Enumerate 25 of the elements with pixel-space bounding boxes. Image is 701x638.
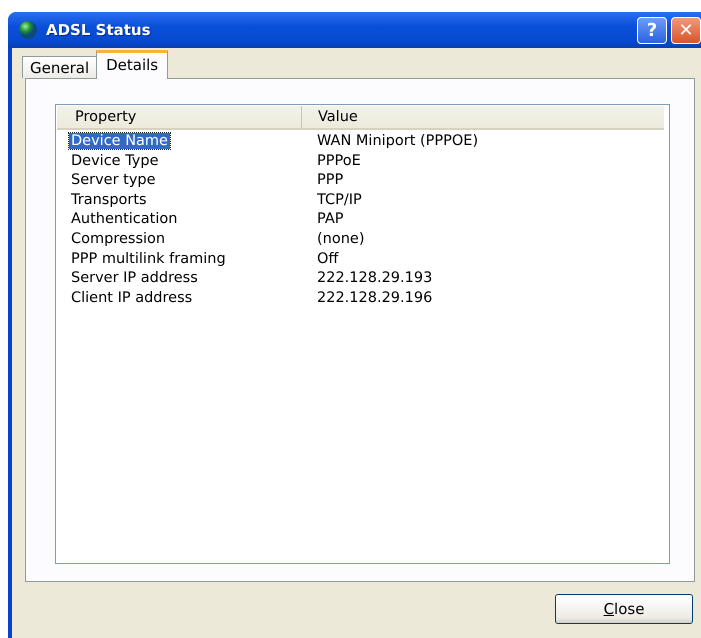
table-cell: TCP/IP (317, 192, 362, 208)
table-cell: Off (317, 250, 338, 267)
column-header[interactable]: Value (301, 106, 664, 128)
table-cell[interactable]: Device Name (69, 133, 170, 149)
table-cell: (none) (317, 230, 364, 247)
table-cell: 222.128.29.196 (317, 290, 432, 306)
table-cell: 222.128.29.193 (317, 270, 432, 286)
table-cell: PAP (317, 211, 344, 228)
table-cell[interactable]: Client IP address (69, 290, 194, 306)
tab[interactable]: Details (96, 50, 168, 79)
table-cell: PPPoE (317, 152, 361, 169)
tab[interactable]: General (22, 56, 98, 78)
table-cell[interactable]: Server type (69, 172, 158, 188)
table-cell: PPP (317, 172, 344, 188)
table-cell[interactable]: Transports (69, 192, 149, 208)
column-header[interactable]: Property (57, 106, 301, 128)
table-cell[interactable]: Compression (69, 230, 168, 247)
window-title: ADSL Status (46, 21, 152, 39)
globe-icon (18, 20, 38, 40)
table-cell[interactable]: Device Type (69, 152, 161, 169)
close-button[interactable]: Close (555, 594, 693, 624)
table-cell[interactable]: Authentication (69, 211, 180, 228)
table-cell: WAN Miniport (PPPOE) (317, 133, 478, 149)
table-cell[interactable]: Server IP address (69, 270, 200, 286)
table-cell[interactable]: PPP multilink framing (69, 250, 228, 267)
